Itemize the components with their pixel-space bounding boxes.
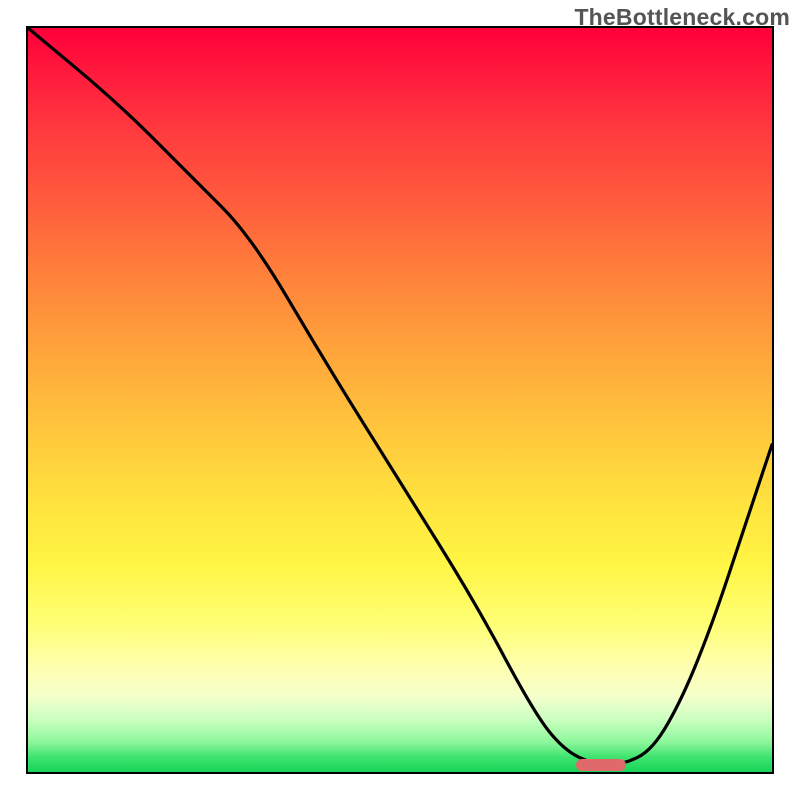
curve-path — [28, 28, 772, 765]
bottleneck-curve — [28, 28, 772, 772]
optimal-marker — [576, 759, 626, 771]
chart-canvas: TheBottleneck.com — [0, 0, 800, 800]
watermark-text: TheBottleneck.com — [574, 4, 790, 31]
plot-area — [26, 26, 774, 774]
